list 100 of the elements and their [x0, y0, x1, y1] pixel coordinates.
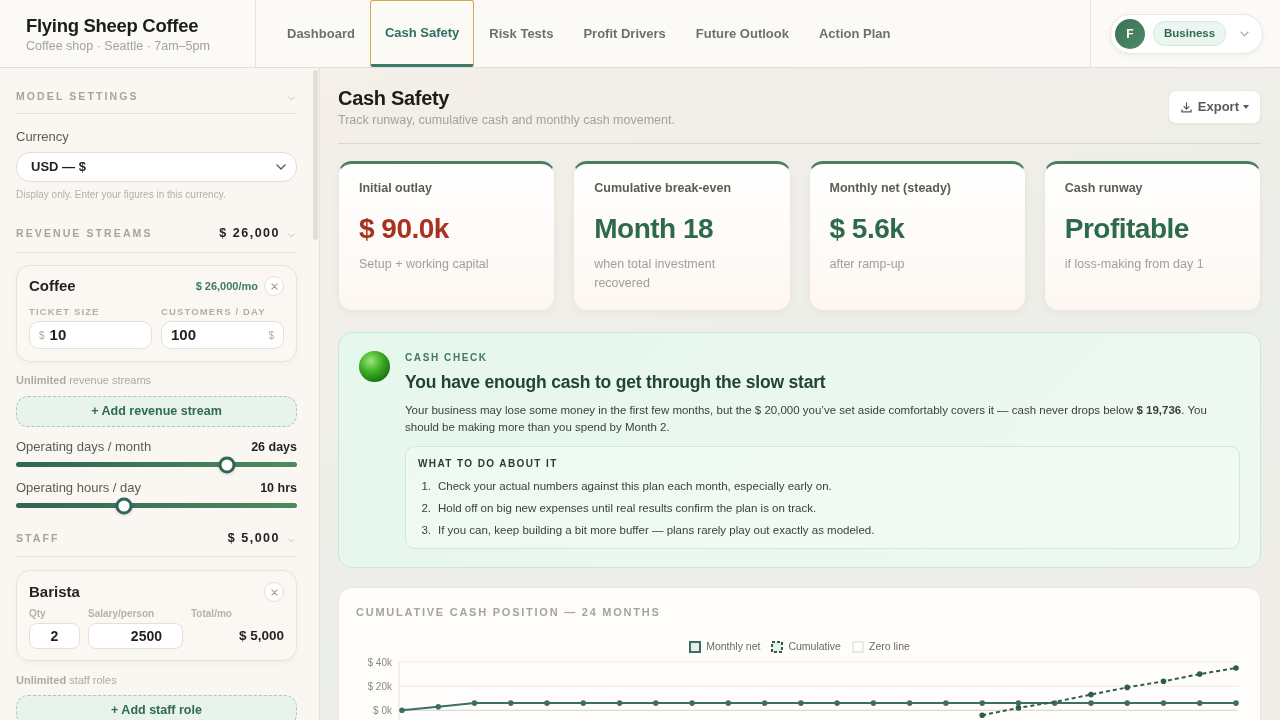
nav-tab[interactable]: Profit Drivers	[568, 0, 681, 67]
field-label: Currency	[16, 129, 70, 145]
number-field[interactable]: $ 10	[29, 321, 152, 349]
download-icon	[1180, 101, 1192, 113]
metric-label: Cumulative break-even	[594, 180, 733, 196]
action-item: Check your actual numbers against this plan each month, especially early on.	[438, 479, 832, 494]
data-point	[653, 700, 659, 706]
data-point	[943, 700, 949, 706]
nav-tab[interactable]: Future Outlook	[680, 0, 804, 67]
section-title: MODEL SETTINGS	[16, 89, 139, 103]
field-label: Qty	[29, 608, 47, 620]
legend-label: Cumulative	[788, 639, 841, 654]
action-item: Hold off on big new expenses until real results confirm the plan is on track.	[438, 501, 817, 516]
data-point	[399, 707, 405, 714]
square-icon	[689, 640, 702, 653]
app-subtitle: Coffee shop · Seattle · 7am–5pm	[26, 38, 211, 54]
slider-thumb[interactable]	[115, 497, 133, 514]
add-button[interactable]: + Add staff role	[16, 695, 297, 720]
metric-note: after ramp-up	[829, 256, 906, 273]
data-point	[979, 712, 985, 718]
data-point	[979, 700, 985, 706]
data-point	[1233, 665, 1239, 671]
metric-value: $ 90.0k	[359, 212, 450, 246]
dashed-square-icon	[771, 640, 784, 653]
app-title: Flying Sheep Coffee	[26, 15, 200, 37]
stream-amount: $ 26,000/mo	[195, 278, 258, 294]
stream-name: Coffee	[29, 276, 76, 296]
legend-label: Monthly net	[706, 639, 761, 654]
slider-value: 10 hrs	[260, 480, 297, 496]
chevron-down-icon	[288, 232, 295, 238]
data-point	[1196, 671, 1203, 677]
nav-tab[interactable]: Action Plan	[803, 0, 906, 67]
metric-note: when total investment recovered	[594, 256, 717, 292]
chevron-down-icon	[288, 95, 295, 101]
check-message: Your business may lose some money in the first few months, but the $ 20,000 you’ve set aside comfortably covers it — cash never drops below $ 19,736. You should be making more than you spend by Month 2.	[405, 403, 1208, 435]
data-point	[761, 700, 768, 706]
remove-button[interactable]	[264, 276, 284, 296]
data-point	[508, 700, 514, 706]
data-point	[435, 703, 442, 710]
nav-tab[interactable]: Risk Tests	[474, 0, 569, 67]
field-label: Total/mo	[191, 608, 233, 620]
data-point	[1196, 700, 1203, 706]
export-button[interactable]: Export	[1167, 90, 1261, 124]
list-number: 3.	[420, 523, 431, 538]
caret-down-icon	[1243, 105, 1249, 109]
chart-title: CUMULATIVE CASH POSITION — 24 MONTHS	[355, 605, 662, 619]
check-headline: You have enough cash to get through the slow start	[405, 371, 827, 393]
data-point	[1051, 700, 1058, 706]
slider-thumb[interactable]	[218, 456, 236, 473]
salary-field[interactable]: 2500	[88, 623, 183, 649]
data-point	[1233, 700, 1239, 706]
add-button[interactable]: + Add revenue stream	[16, 396, 297, 427]
limit-note: Unlimited staff roles	[16, 673, 118, 687]
data-point	[1088, 700, 1094, 706]
metric-value: $ 5.6k	[829, 212, 906, 246]
close-icon	[270, 282, 278, 290]
field-label: CUSTOMERS / DAY	[161, 306, 267, 318]
chevron-down-icon	[288, 537, 295, 543]
number-field[interactable]: 100 $	[161, 321, 284, 349]
metric-value: Month 18	[594, 212, 715, 246]
data-point	[689, 700, 695, 706]
axis-label: $ 20k	[367, 680, 392, 692]
axis-label: $ 40k	[367, 656, 392, 668]
section-title: STAFF	[16, 531, 60, 545]
data-point	[1160, 678, 1167, 685]
data-point	[834, 700, 840, 706]
slider-value: 26 days	[251, 439, 297, 455]
data-point	[616, 700, 623, 706]
field-label: Salary/person	[88, 608, 156, 620]
metric-value: Profitable	[1064, 212, 1190, 246]
data-point	[725, 700, 732, 706]
chevron-down-icon	[276, 164, 286, 170]
metric-label: Cash runway	[1064, 180, 1144, 196]
axis-label: $ 0k	[373, 704, 392, 716]
currency-select[interactable]: USD — $	[16, 152, 297, 182]
list-number: 2.	[420, 501, 431, 516]
avatar: F	[1115, 18, 1145, 49]
plan-badge: Business	[1153, 21, 1227, 46]
square-icon	[851, 640, 864, 653]
account-menu[interactable]: F Business	[1110, 13, 1264, 54]
slider-label: Operating days / month	[16, 439, 152, 455]
scrollbar[interactable]	[313, 70, 318, 240]
remove-button[interactable]	[264, 582, 284, 602]
data-point	[1088, 691, 1094, 698]
nav-tab[interactable]: Dashboard	[272, 0, 370, 67]
qty-field[interactable]: 2	[29, 623, 80, 649]
data-point	[798, 700, 804, 706]
metric-label: Initial outlay	[359, 180, 433, 196]
page-title: Cash Safety	[338, 86, 451, 110]
limit-note: Unlimited revenue streams	[16, 373, 153, 387]
chevron-down-icon	[1240, 30, 1250, 37]
data-point	[471, 700, 478, 706]
data-point	[580, 700, 587, 706]
data-point	[906, 700, 913, 706]
section-total: $ 26,000	[219, 226, 280, 240]
legend-label: Zero line	[868, 639, 910, 654]
page-subtitle: Track runway, cumulative cash and monthly cash movement.	[338, 112, 675, 128]
data-point	[544, 700, 550, 706]
metric-label: Monthly net (steady)	[829, 180, 953, 196]
data-point	[1160, 700, 1167, 706]
